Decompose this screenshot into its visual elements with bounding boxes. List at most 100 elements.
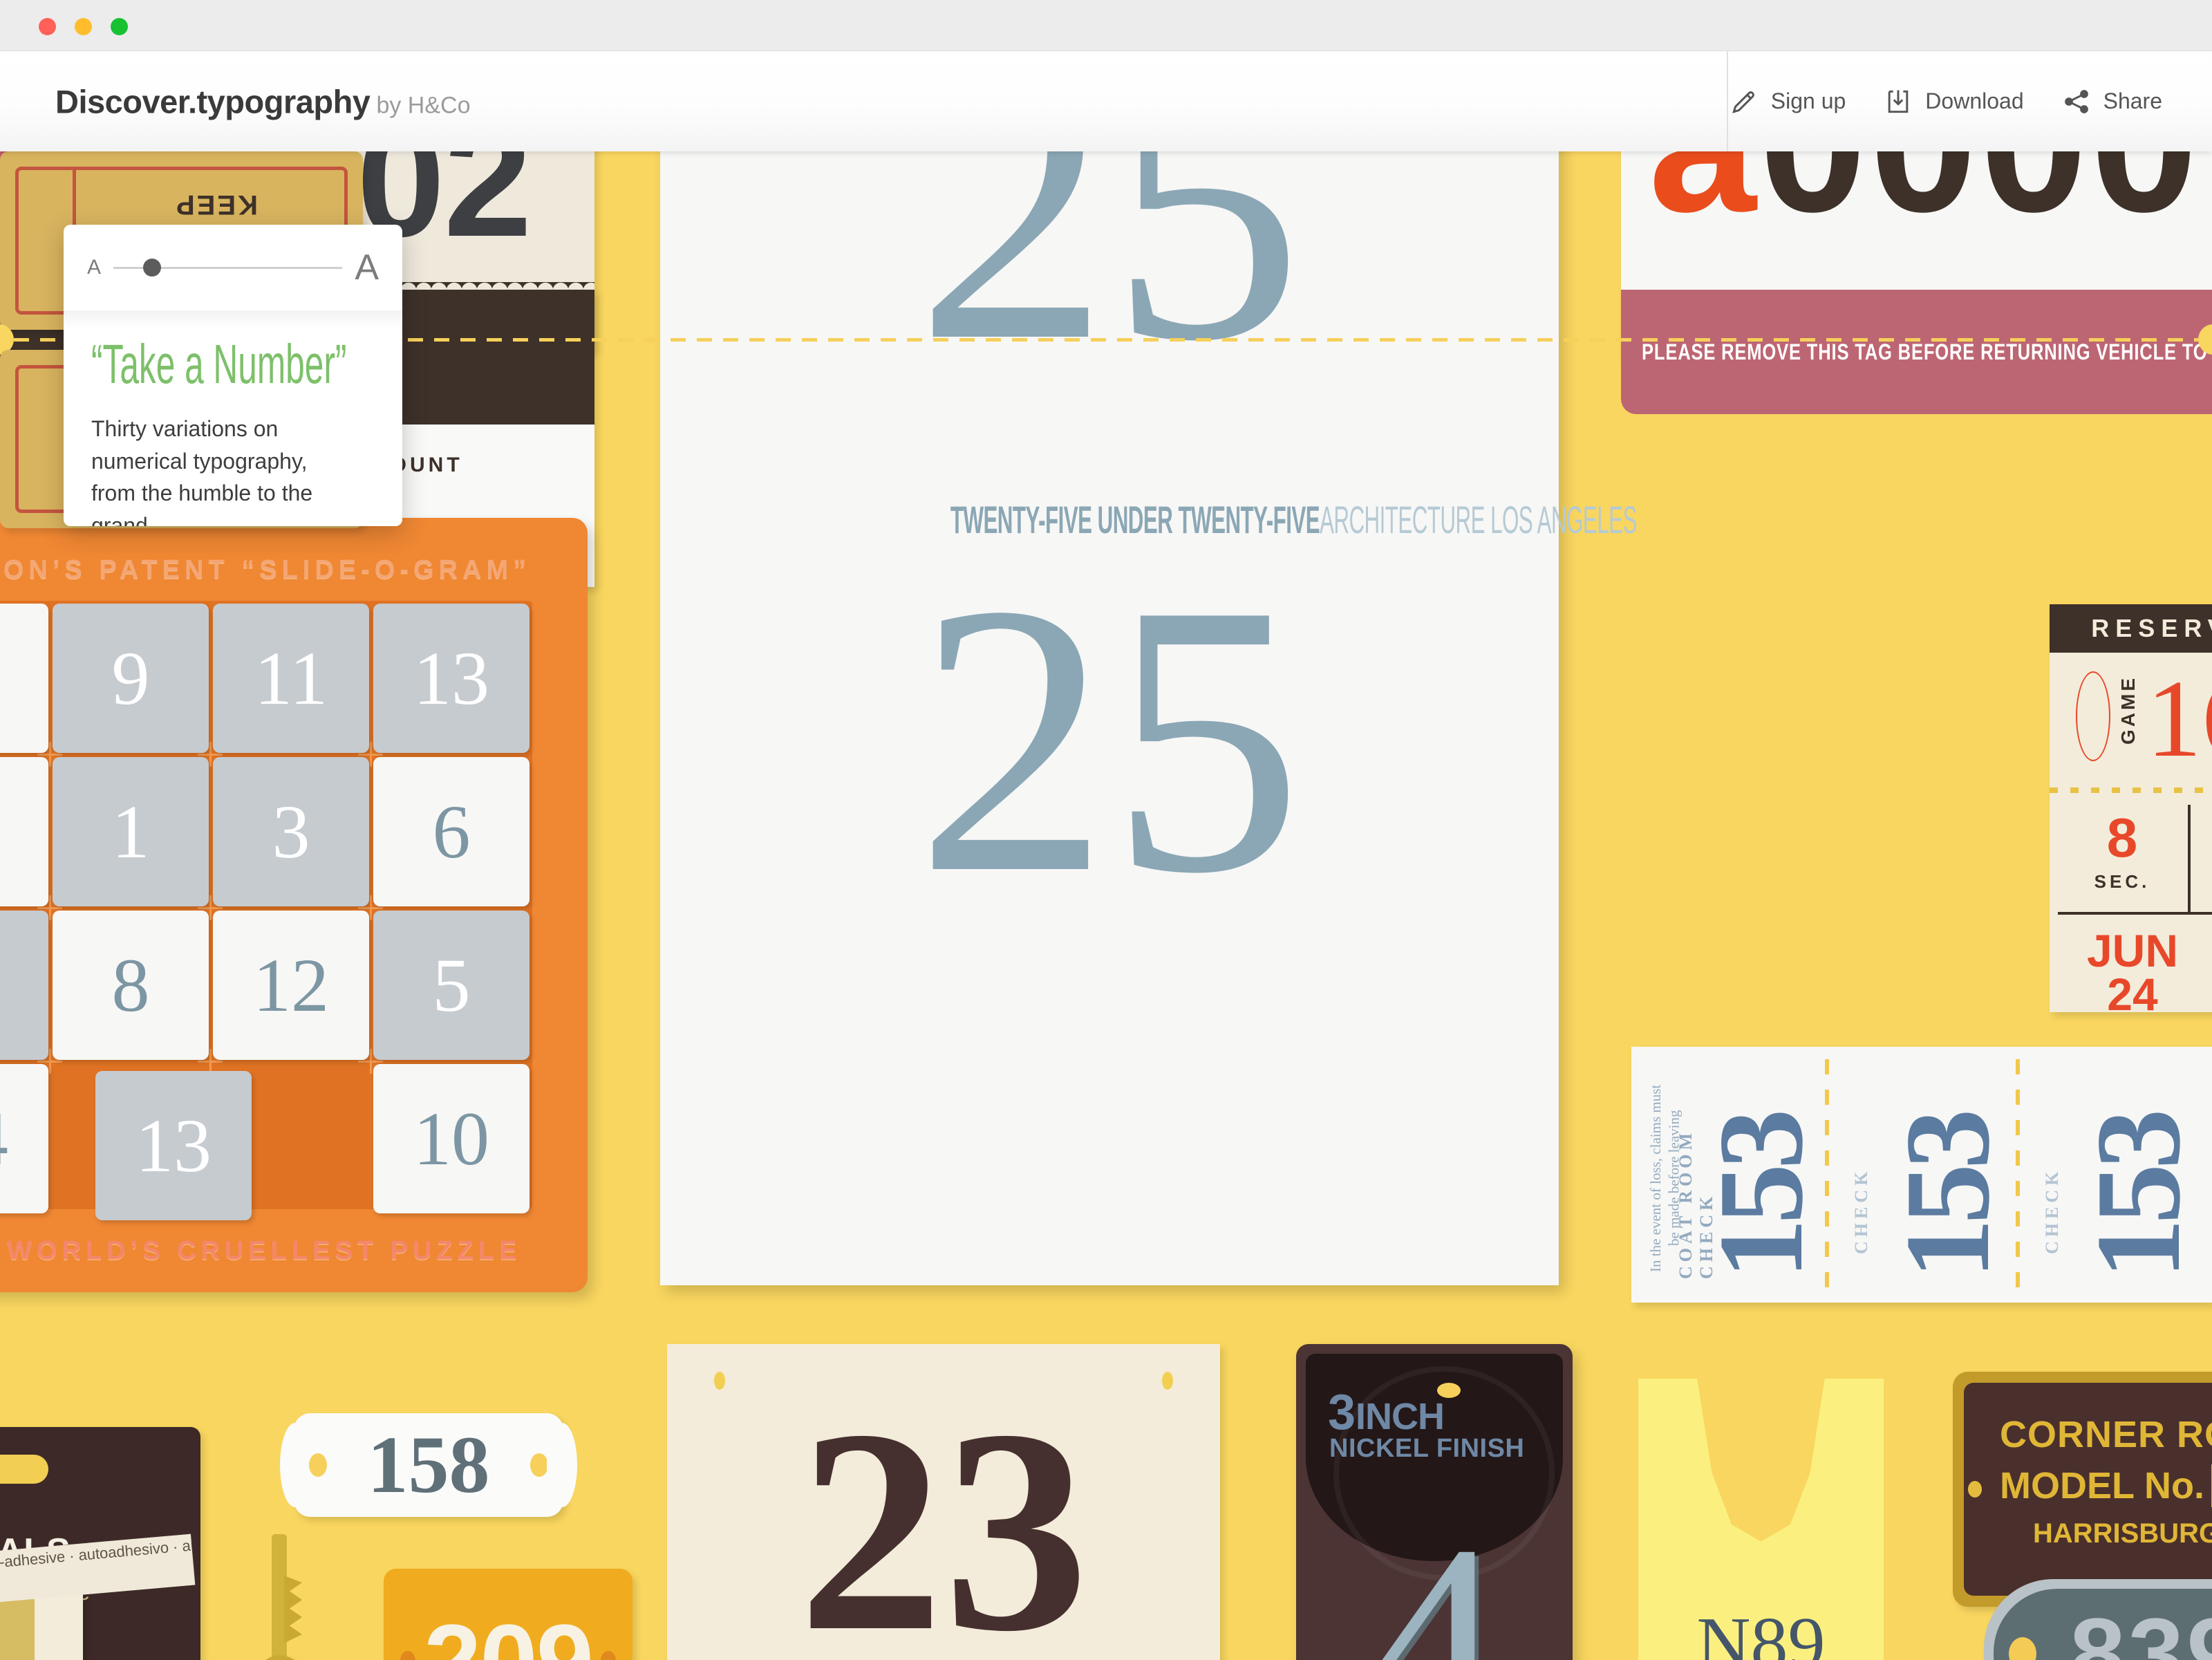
puzzle-tile[interactable]: 9 [53, 604, 209, 753]
window-traffic-lights [39, 18, 128, 35]
zoom-window-button[interactable] [111, 18, 128, 35]
puzzle-tile[interactable]: 10 [373, 1064, 529, 1213]
tag839-number: 839 [2070, 1597, 2212, 1660]
reserved-section-label: SEC. [2094, 871, 2150, 892]
puzzle-tile[interactable]: 8 [53, 911, 209, 1060]
calendar-date-number: 23 [798, 1370, 1089, 1660]
puzzle-footer: THE WORLD’S CRUELLEST PUZZLE [0, 1236, 522, 1265]
share-button[interactable]: Share [2061, 86, 2162, 117]
puzzle-tile[interactable]: 1 [53, 757, 209, 906]
brand-subtitle: by H&Co [376, 92, 471, 118]
font-size-slider-knob[interactable] [143, 259, 162, 277]
coatcheck-number-1: 153 [1694, 1114, 1828, 1280]
puzzle-tile-value: 13 [135, 1103, 212, 1188]
cartag-digits: a0000 [1649, 151, 2201, 256]
nickel-size-unit: INCH [1356, 1396, 1445, 1437]
plate158-number: 158 [367, 1419, 490, 1510]
puzzle-tile[interactable]: 13 [95, 1071, 252, 1220]
reserved-grid: 8 SEC. A ROW JUN 24 [2050, 805, 2212, 1017]
slider-large-a-label: A [355, 248, 379, 288]
puzzle-tile-value: 11 [254, 635, 328, 720]
browser-window: Discover.typography by H&Co Sign up Down… [0, 0, 2212, 1660]
reserved-section: 8 SEC. [2063, 810, 2181, 893]
corner-round-line3: HARRISBURG, PENNA. [2033, 1518, 2212, 1549]
puzzle-tile-value: 5 [432, 942, 471, 1027]
coatcheck-check-label-1: CHECK [1851, 1167, 1871, 1254]
specimen-corner-round-plate[interactable]: CORNER ROUND MODEL No.14 HARRISBURG, PEN… [1953, 1372, 2212, 1607]
cartag-digit-rest: 0000 [1759, 151, 2201, 252]
puzzle-tile-value: 12 [253, 942, 329, 1027]
close-window-button[interactable] [39, 18, 56, 35]
nickel-numeral: 4 [1365, 1488, 1503, 1660]
cartag-warning-band: PLEASE REMOVE THIS TAG BEFORE RETURNING … [1621, 290, 2212, 414]
download-button[interactable]: Download [1883, 86, 2024, 117]
tag839-hole [2009, 1636, 2036, 1660]
reserved-vrule-1 [2188, 805, 2191, 912]
puzzle-tile[interactable]: 12 [213, 911, 369, 1060]
coatcheck-dash-2 [2016, 1059, 2020, 1290]
numerals-package-hang-tab [0, 1455, 48, 1484]
specimen-calendar-page[interactable]: 23 Monday [667, 1344, 1220, 1660]
puzzle-tile[interactable]: 13 [373, 604, 529, 753]
key-bow: Q4920 [245, 1655, 315, 1660]
specimen-poster-25[interactable]: 25 TWENTY-FIVE UNDER TWENTY-FIVEARCHITEC… [660, 151, 1638, 1285]
coatcheck-number-2: 153 [1880, 1114, 2014, 1280]
nickel-finish-label: NICKEL FINISH [1329, 1434, 1525, 1463]
specimen-enamel-plate-158[interactable]: 158 [280, 1413, 577, 1517]
specimen-car-hang-tag[interactable]: a0000 PLEASE REMOVE THIS TAG BEFORE RETU… [1621, 151, 2212, 414]
puzzle-tile[interactable]: 7 [0, 911, 48, 1060]
header-actions: Sign up Download Share [1729, 86, 2162, 117]
specimen-key[interactable]: Q4920 [238, 1534, 321, 1660]
puzzle-tile[interactable]: 11 [213, 604, 369, 753]
puzzle-board[interactable]: 291113413678125141310 [0, 601, 532, 1220]
puzzle-tile[interactable]: 4 [0, 757, 48, 906]
site-brand[interactable]: Discover.typography by H&Co [55, 82, 471, 120]
reserved-game-number: 16 [2146, 657, 2212, 780]
reserved-date: JUN 24 [2086, 925, 2179, 1020]
specimen-slide-puzzle[interactable]: WILSON’S PATENT “SLIDE-O-GRAM” 291113413… [0, 518, 588, 1292]
puzzle-tile-value: 6 [432, 789, 471, 874]
slider-small-a-label: A [87, 256, 102, 279]
specimen-tag-209[interactable]: 209 [384, 1569, 632, 1660]
minimize-window-button[interactable] [75, 18, 92, 35]
tag209-number: 209 [384, 1609, 632, 1660]
puzzle-tile-value: 9 [111, 635, 150, 720]
murray-number: N89 [1696, 1603, 1826, 1660]
sign-up-button[interactable]: Sign up [1729, 86, 1846, 117]
coatcheck-check-label-2: CHECK [2042, 1167, 2062, 1254]
poster-number-top: 25 [916, 151, 1303, 421]
sign-up-label: Sign up [1770, 88, 1846, 113]
brand-title: Discover.typography [55, 83, 371, 120]
nickel-size-line: 3INCH [1328, 1384, 1445, 1441]
specimen-metal-tag-839[interactable]: 839 [1984, 1579, 2212, 1660]
nickel-size-number: 3 [1328, 1385, 1356, 1440]
specimen-nickel-numeral-package[interactable]: 3INCH NICKEL FINISH 4 158-7085 [1296, 1344, 1573, 1660]
puzzle-tile[interactable]: 5 [373, 911, 529, 1060]
cartag-digit-accent: a [1649, 151, 1759, 252]
corner-round-inner: CORNER ROUND MODEL No.14 HARRISBURG, PEN… [1964, 1383, 2212, 1596]
reserved-row-label: ROW [2198, 871, 2212, 893]
reserved-perforation [2050, 787, 2212, 793]
specimen-coat-room-check[interactable]: In the event of loss, claims must be mad… [1631, 1047, 2212, 1303]
coatcheck-number-3: 153 [2071, 1114, 2205, 1280]
puzzle-tile[interactable]: 14 [0, 1064, 48, 1213]
cartag-warning-text: PLEASE REMOVE THIS TAG BEFORE RETURNING … [1642, 339, 2212, 364]
coupon-line-1: KEEP [174, 189, 258, 220]
window-titlebar [0, 0, 2212, 51]
puzzle-tile[interactable]: 2 [0, 604, 48, 753]
specimen-popover[interactable]: A A “Take a Number” Thirty variations on… [64, 225, 402, 526]
reserved-header: RESERVED [2050, 604, 2212, 653]
puzzle-tile[interactable]: 6 [373, 757, 529, 906]
specimen-murray-hang-tag[interactable]: N89 Murray’s [1638, 1379, 1884, 1660]
font-size-slider[interactable] [113, 259, 343, 277]
puzzle-tile-value: 14 [0, 1095, 8, 1183]
puzzle-tile[interactable]: 3 [213, 757, 369, 906]
reserved-game-label: GAME [2117, 675, 2139, 745]
specimen-reserved-ticket[interactable]: RESERVED GAME 16 8 SEC. A ROW JUN 24 [2050, 604, 2212, 1017]
corner-round-model-label: MODEL No. [2000, 1465, 2204, 1507]
popover-description: Thirty variations on numerical typograph… [91, 416, 313, 526]
popover-title: “Take a Number” [91, 333, 347, 395]
pencil-icon [1729, 86, 1759, 117]
reserved-upper: GAME 16 [2050, 663, 2212, 774]
puzzle-tile-value: 8 [111, 942, 150, 1027]
